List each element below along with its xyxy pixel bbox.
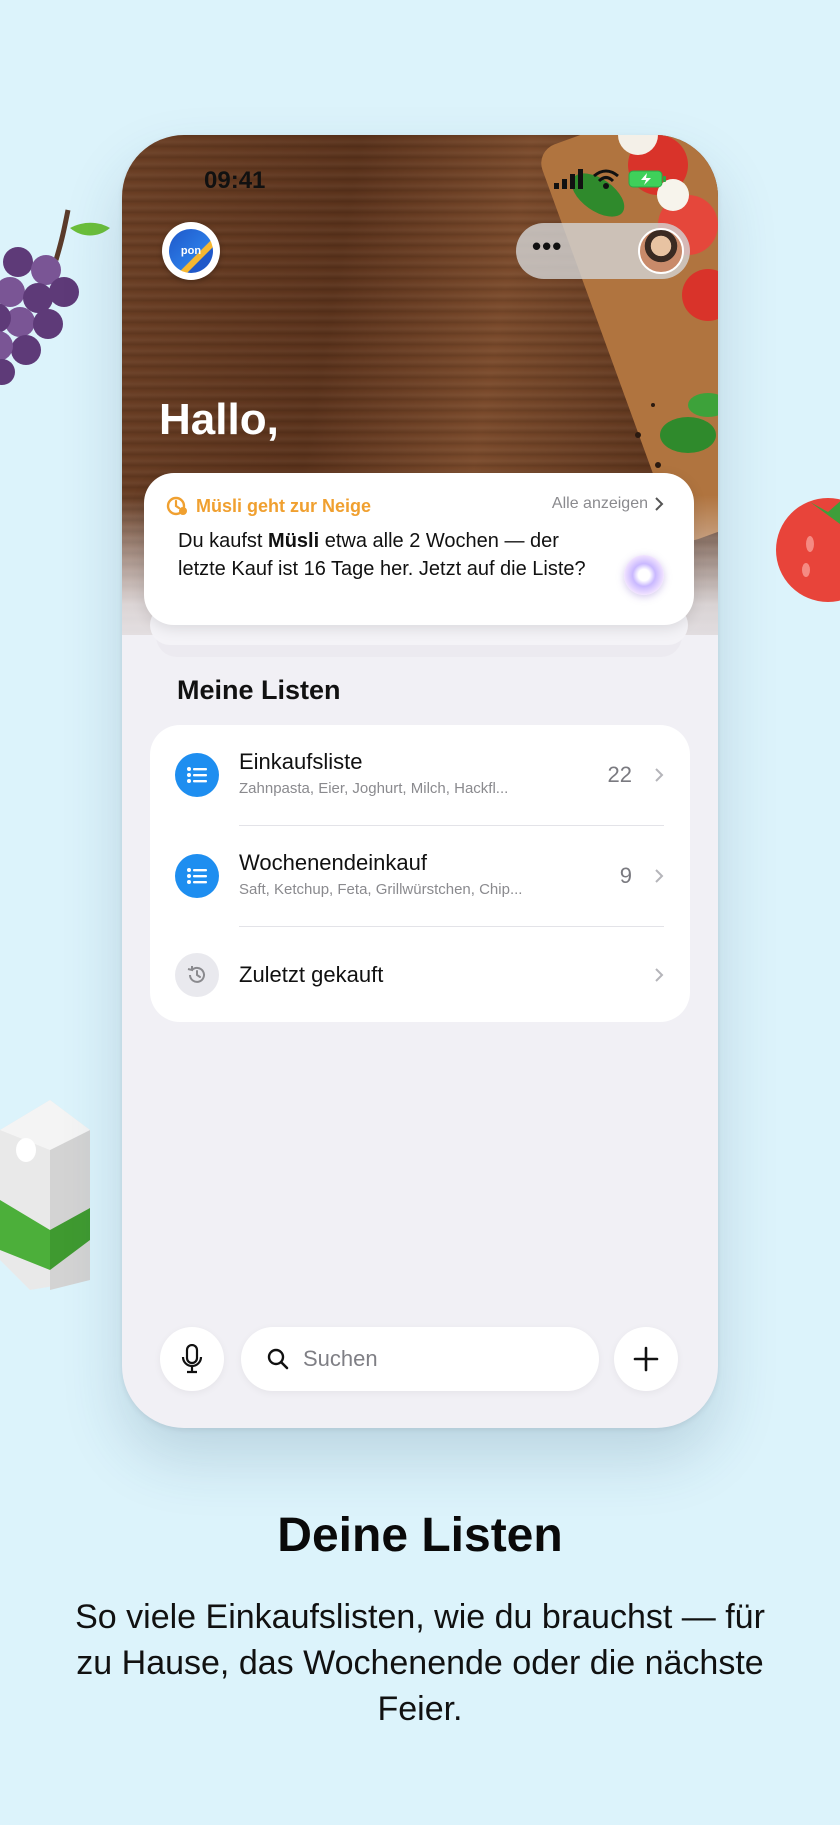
lists-card: Einkaufsliste Zahnpasta, Eier, Joghurt, … bbox=[150, 725, 690, 1022]
microphone-icon bbox=[181, 1344, 203, 1374]
list-preview: Zahnpasta, Eier, Joghurt, Milch, Hackfl.… bbox=[239, 780, 509, 797]
list-item-recently-bought[interactable]: Zuletzt gekauft bbox=[150, 927, 690, 1027]
microphone-button[interactable] bbox=[160, 1327, 224, 1391]
suggestion-card[interactable]: Müsli geht zur Neige Alle anzeigen Du ka… bbox=[144, 473, 694, 625]
lists-section-title: Meine Listen bbox=[177, 675, 341, 705]
chevron-right-icon bbox=[655, 768, 664, 782]
phone-frame: 09:41 pon ••• Hallo, Müsli geht zur Neig… bbox=[122, 135, 718, 1428]
grapes-illustration bbox=[0, 209, 110, 385]
avatar[interactable] bbox=[638, 228, 684, 274]
list-preview: Saft, Ketchup, Feta, Grillwürstchen, Chi… bbox=[239, 881, 523, 898]
search-input[interactable] bbox=[303, 1346, 553, 1372]
see-all-label: Alle anzeigen bbox=[551, 495, 648, 512]
chevron-right-icon bbox=[655, 968, 664, 982]
add-list-button[interactable] bbox=[614, 1327, 678, 1391]
chevron-right-icon bbox=[655, 869, 664, 883]
plus-icon bbox=[633, 1346, 659, 1372]
status-time: 09:41 bbox=[204, 167, 266, 194]
suggestion-title: Müsli geht zur Neige bbox=[196, 495, 372, 516]
suggestion-text-before: Du kaufst bbox=[178, 530, 269, 552]
suggestion-header: Müsli geht zur Neige bbox=[166, 495, 371, 517]
list-count: 9 bbox=[619, 863, 632, 888]
list-icon bbox=[175, 753, 219, 797]
chevron-right-icon bbox=[655, 497, 664, 511]
assistant-orb-icon[interactable] bbox=[624, 555, 664, 595]
marketing-subline: So viele Einkaufslisten, wie du brauchst… bbox=[75, 1598, 765, 1728]
list-name: Wochenendeinkauf bbox=[239, 850, 427, 875]
suggestion-text: Du kaufst Müsli etwa alle 2 Wochen — der… bbox=[178, 527, 598, 583]
milk-carton-illustration bbox=[0, 1100, 90, 1290]
list-item[interactable]: Einkaufsliste Zahnpasta, Eier, Joghurt, … bbox=[150, 725, 690, 825]
logo-text: pon bbox=[180, 245, 202, 257]
greeting-title: Hallo, bbox=[159, 395, 279, 444]
list-name: Einkaufsliste bbox=[239, 749, 363, 774]
profile-menu-pill[interactable]: ••• bbox=[516, 223, 690, 279]
see-all-link[interactable]: Alle anzeigen bbox=[552, 495, 664, 513]
list-item[interactable]: Wochenendeinkauf Saft, Ketchup, Feta, Gr… bbox=[150, 826, 690, 926]
suggestion-text-bold: Müsli bbox=[268, 530, 320, 552]
list-icon bbox=[175, 854, 219, 898]
signal-icon bbox=[554, 169, 583, 189]
more-options-icon[interactable]: ••• bbox=[532, 231, 562, 262]
logo-badge: pon bbox=[169, 229, 213, 273]
list-name: Zuletzt gekauft bbox=[239, 962, 384, 987]
history-icon bbox=[175, 953, 219, 997]
clock-alert-icon bbox=[166, 496, 187, 516]
app-logo[interactable]: pon bbox=[162, 222, 220, 280]
battery-icon bbox=[628, 170, 666, 188]
wifi-icon bbox=[593, 169, 619, 189]
search-icon bbox=[267, 1348, 289, 1370]
search-bar[interactable] bbox=[241, 1327, 599, 1391]
status-icons bbox=[554, 169, 668, 189]
marketing-headline: Deine Listen bbox=[277, 1509, 563, 1562]
list-count: 22 bbox=[607, 762, 632, 787]
tomato-illustration bbox=[776, 498, 840, 602]
